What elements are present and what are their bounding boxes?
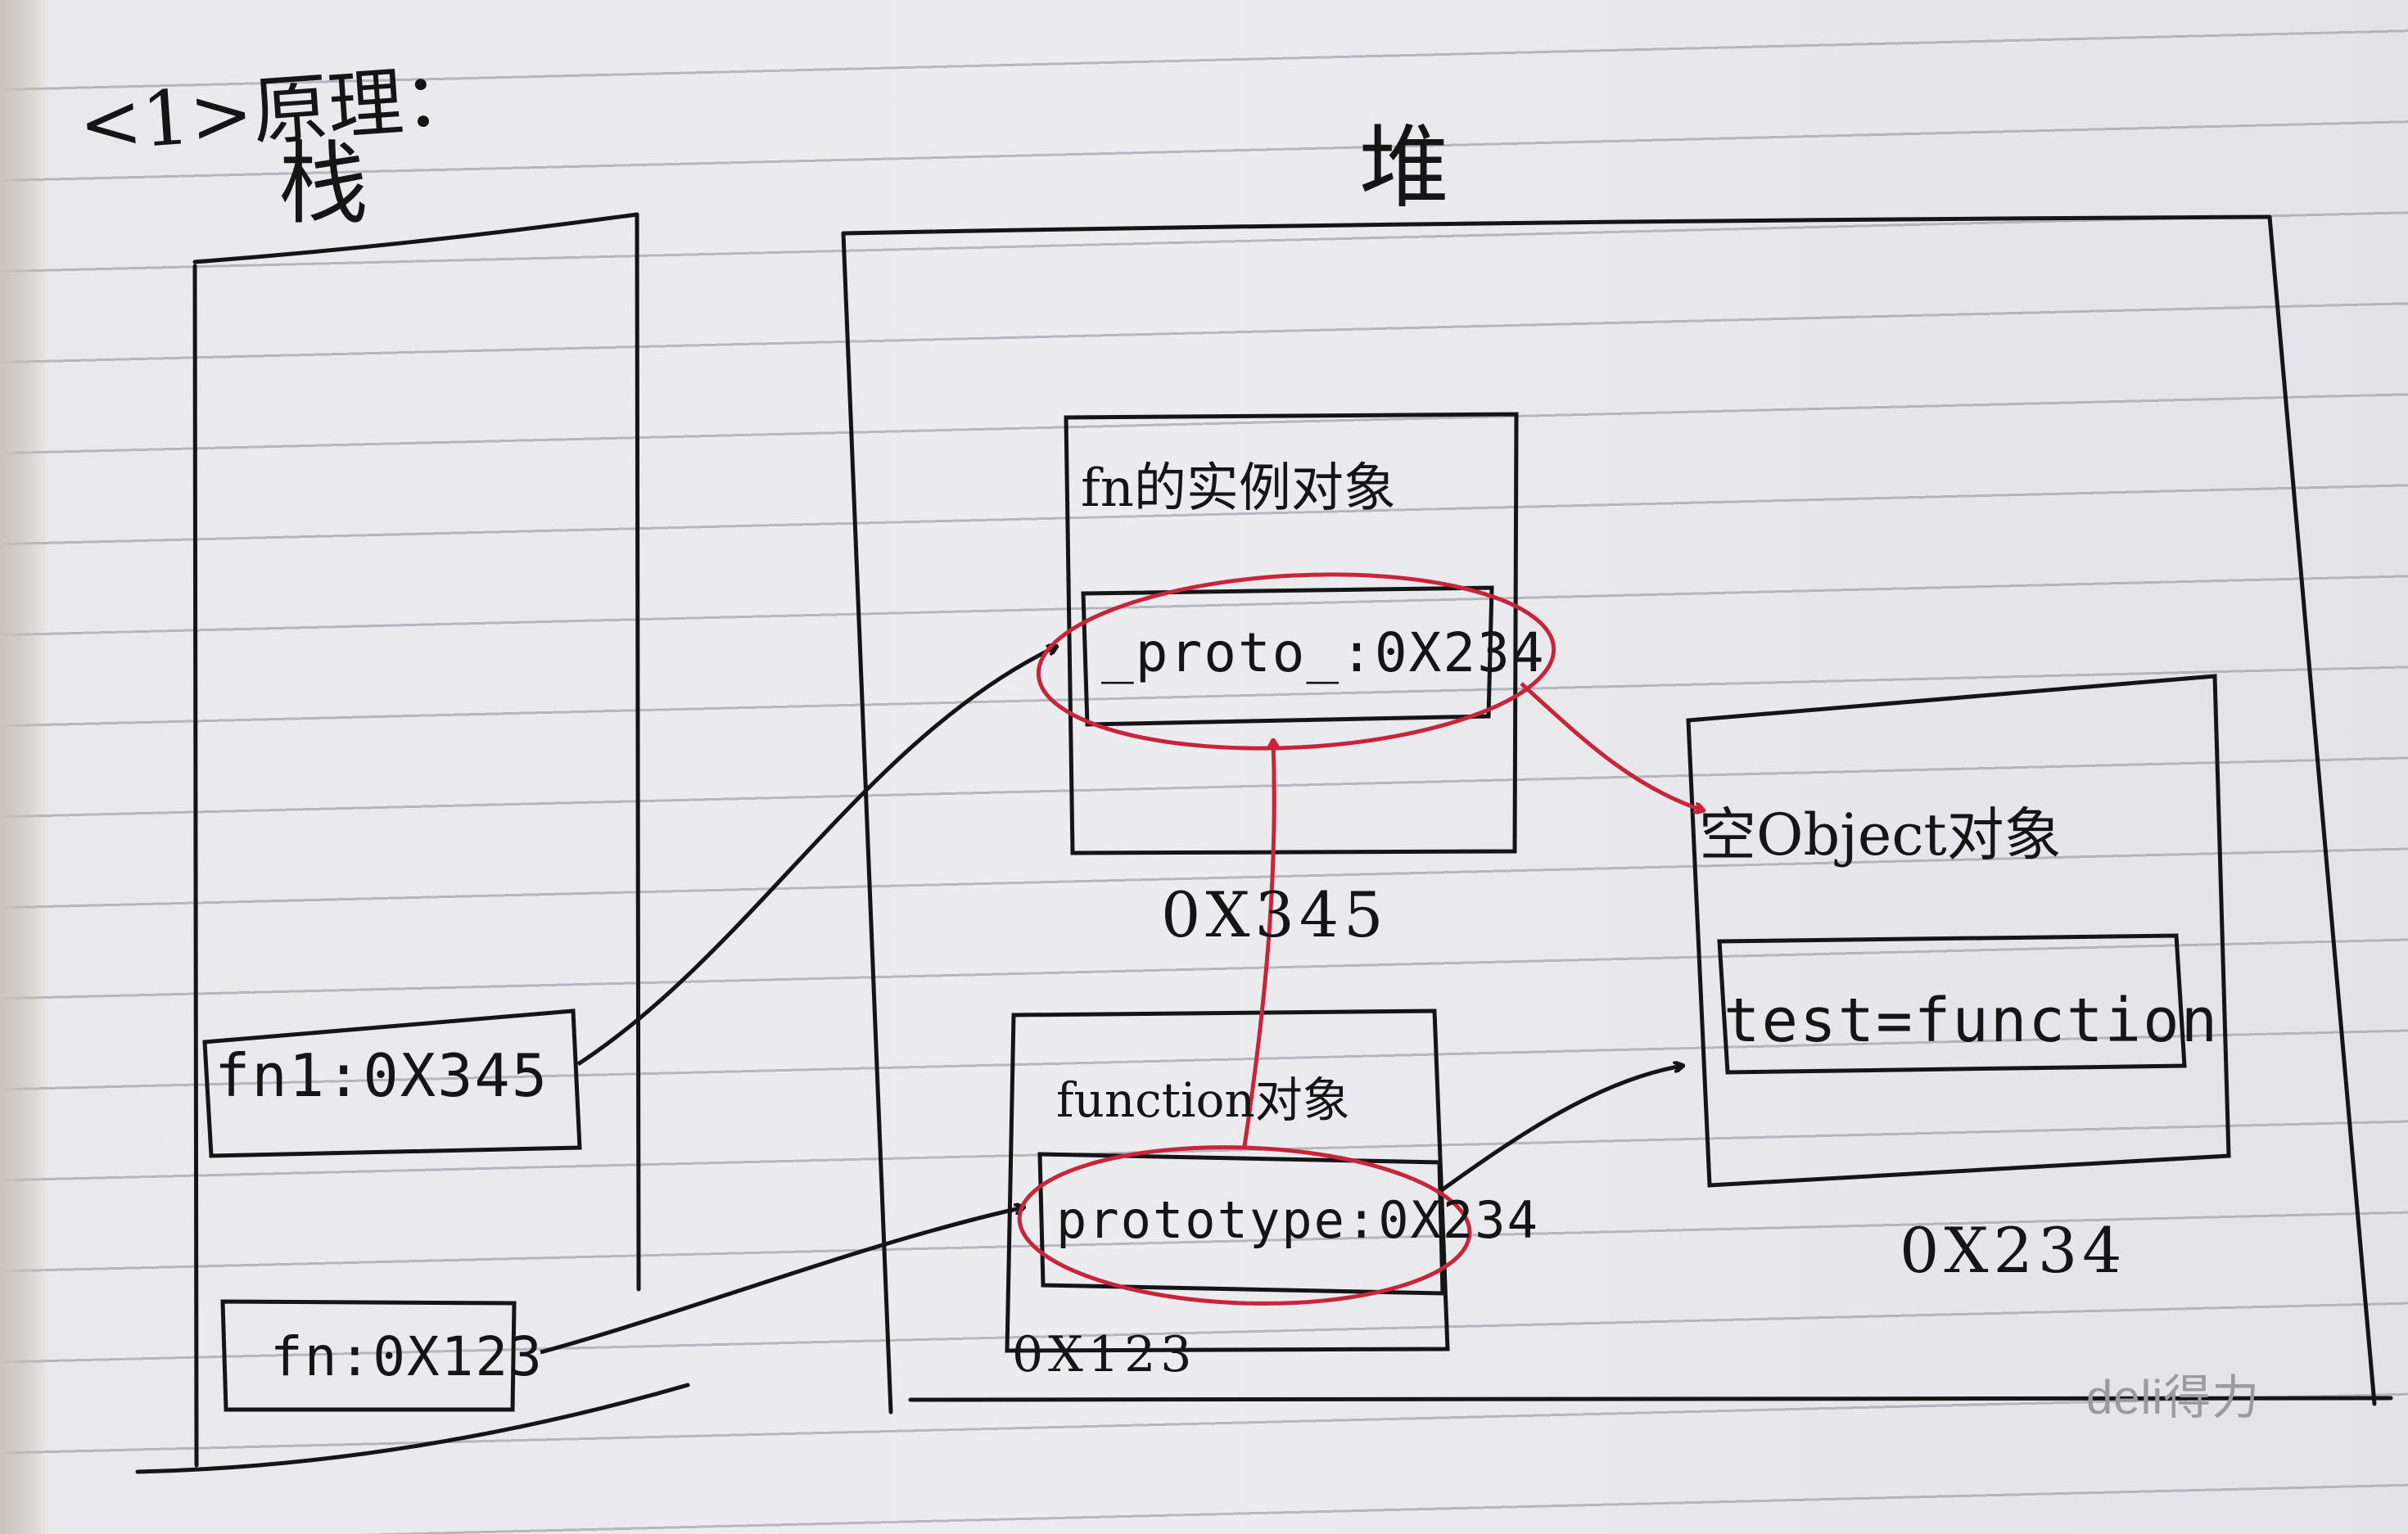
heap-label: 堆	[1359, 115, 1449, 220]
arrow-fn1-to-instance	[576, 647, 1056, 1067]
address-0x123: 0X123	[1012, 1326, 1197, 1383]
stack-frame	[135, 212, 690, 1474]
address-0x345: 0X345	[1161, 878, 1389, 951]
prototype-slot: prototype:0X234	[1056, 1190, 1539, 1250]
test-slot: test=function	[1724, 986, 2220, 1056]
stack-slot-fn-label: fn:0X123	[270, 1325, 544, 1388]
arrow-fn-to-function-object	[540, 1207, 1023, 1355]
red-arrow-proto-to-empty-object	[1520, 682, 1703, 810]
fn-instance-title: fn的实例对象	[1081, 458, 1396, 519]
stack-slot-fn1-label: fn1:0X345	[215, 1041, 549, 1110]
proto-slot: _proto_:0X234	[1101, 621, 1546, 684]
address-0x234: 0X234	[1900, 1214, 2127, 1287]
notebook-page: <1>原理： 栈 堆 fn的实例对象 _proto_:0X234 0X345 f…	[0, 0, 2408, 1534]
stack-label: 栈	[278, 132, 368, 237]
function-object-box	[1005, 1008, 1450, 1353]
empty-object-box	[1686, 674, 2231, 1188]
brand-logo: deli得力	[2086, 1371, 2261, 1424]
arrow-prototype-to-empty-object	[1435, 1066, 1683, 1196]
function-object-title: function对象	[1056, 1072, 1350, 1128]
empty-object-title: 空Object对象	[1699, 801, 2062, 869]
